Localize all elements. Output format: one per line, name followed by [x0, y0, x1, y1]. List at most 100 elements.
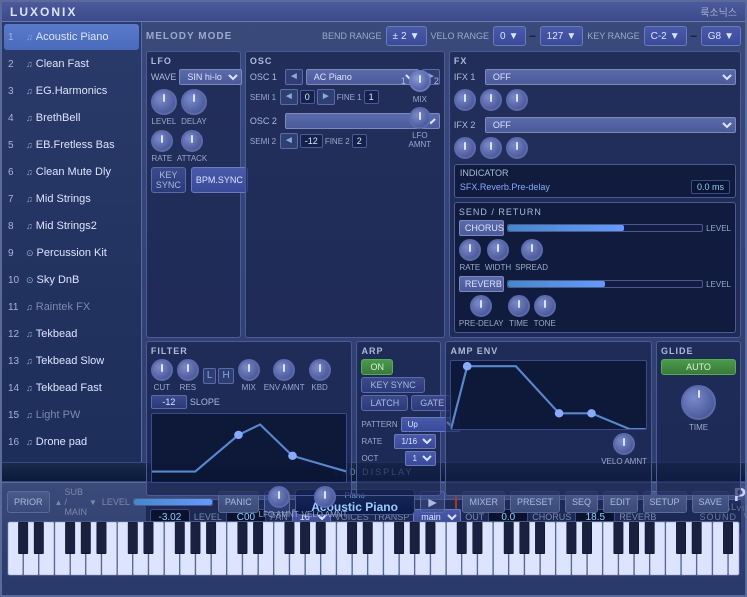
preset-item-15[interactable]: 15 ♫ Light PW — [4, 402, 139, 428]
semi1-val: 0 — [300, 90, 315, 104]
preset-num: 9 — [8, 248, 26, 259]
osc1-left-btn[interactable]: ◄ — [285, 69, 303, 85]
reverb-pre-delay-knob[interactable] — [470, 295, 492, 317]
header: LUXONIX 룩소닉스 — [2, 2, 745, 22]
preset-item-10[interactable]: 10 ⊙ Sky DnB — [4, 267, 139, 293]
preset-item-9[interactable]: 9 ⊙ Percussion Kit — [4, 240, 139, 266]
filter-lfo-amnt-knob[interactable] — [268, 486, 290, 508]
filter-velo-amnt-knob[interactable] — [314, 486, 336, 508]
lfo-amnt-label: LFOAMNT — [409, 132, 432, 150]
arp-keysync-btn[interactable]: KEY SYNC — [361, 377, 424, 393]
reverb-time-knob[interactable] — [508, 295, 530, 317]
attack-knob-item: ATTACK — [177, 130, 207, 163]
arp-latch-btn[interactable]: LATCH — [361, 395, 408, 411]
preset-item-3[interactable]: 3 ♫ EG.Harmonics — [4, 78, 139, 104]
level-fill — [134, 499, 212, 505]
osc-title: OSC — [250, 56, 440, 66]
mix-knob[interactable] — [409, 70, 431, 92]
lfo-rate-knob[interactable] — [151, 130, 173, 152]
lfo-delay-knob[interactable] — [181, 89, 207, 115]
preset-num: 5 — [8, 140, 26, 151]
reverb-level-label: LEVEL — [706, 280, 731, 289]
ifx2-knob3[interactable] — [506, 137, 528, 159]
reverb-row: REVERB LEVEL — [459, 276, 731, 292]
preset-icon: ♫ — [26, 356, 33, 366]
sub-main-controls: ▲ SUB / MAIN ▼ — [55, 487, 97, 517]
preset-item-8[interactable]: 8 ♫ Mid Strings2 — [4, 213, 139, 239]
level-bar — [133, 498, 213, 506]
amp-env-panel: AMP ENV VELO AMNT — [445, 341, 652, 496]
preset-num: 7 — [8, 194, 26, 205]
velo-min-btn[interactable]: 0 ▼ — [493, 26, 525, 46]
bend-range-btn[interactable]: ± 2 ▼ — [386, 26, 427, 46]
chorus-rate-knob[interactable] — [459, 239, 481, 261]
preset-name: EB.Fretless Bas — [36, 139, 115, 151]
lfo-attack-knob[interactable] — [181, 130, 203, 152]
kbd-knob[interactable] — [309, 359, 331, 381]
wave-dropdown[interactable]: SIN hi-lo SIN SAW SQR — [179, 69, 242, 85]
lfo-level-knob[interactable] — [151, 89, 177, 115]
keyboard-area: PRIOR ▲ SUB / MAIN ▼ LEVEL PANIC ◄ Piano… — [2, 482, 745, 582]
lfo-bpm-sync-btn[interactable]: BPM.SYNC — [191, 167, 248, 193]
reverb-btn[interactable]: REVERB — [459, 276, 504, 292]
lfo-rate-label: RATE — [152, 154, 173, 163]
semi1-right-btn[interactable]: ► — [317, 89, 335, 105]
env-amnt-knob-item: ENV AMNT — [264, 359, 305, 392]
preset-item-12[interactable]: 12 ♫ Tekbead — [4, 321, 139, 347]
preset-item-4[interactable]: 4 ♫ BrethBell — [4, 105, 139, 131]
ifx1-knob2[interactable] — [480, 89, 502, 111]
preset-name: Clean Fast — [36, 58, 89, 70]
preset-item-5[interactable]: 5 ♫ EB.Fretless Bas — [4, 132, 139, 158]
amp-velo-amnt-knob[interactable] — [613, 433, 635, 455]
preset-item-14[interactable]: 14 ♫ Tekbead Fast — [4, 375, 139, 401]
preset-icon: ♫ — [26, 140, 33, 150]
filter-l-btn[interactable]: L — [203, 368, 217, 384]
preset-item-13[interactable]: 13 ♫ Tekbead Slow — [4, 348, 139, 374]
prior-btn[interactable]: PRIOR — [7, 491, 50, 513]
lfo-panel: LFO WAVE SIN hi-lo SIN SAW SQR — [146, 51, 241, 338]
rate-select[interactable]: 1/16 1/8 1/4 — [394, 434, 436, 449]
ifx1-knob3[interactable] — [506, 89, 528, 111]
fine2-label: FINE 2 — [325, 137, 350, 146]
spread-knob-item: SPREAD — [515, 239, 548, 272]
res-knob[interactable] — [177, 359, 199, 381]
preset-item-2[interactable]: 2 ♫ Clean Fast — [4, 51, 139, 77]
semi1-left-btn[interactable]: ◄ — [280, 89, 298, 105]
preset-item-7[interactable]: 7 ♫ Mid Strings — [4, 186, 139, 212]
key-max-btn[interactable]: G8 ▼ — [701, 26, 741, 46]
env-amnt-knob[interactable] — [273, 359, 295, 381]
ifx2-label: IFX 2 — [454, 120, 482, 130]
velo-max-btn[interactable]: 127 ▼ — [540, 26, 584, 46]
indicator-time-btn[interactable]: 0.0 ms — [691, 180, 730, 194]
ifx1-select[interactable]: OFF — [485, 69, 736, 85]
ifx2-knob1[interactable] — [454, 137, 476, 159]
oct-select[interactable]: 1 2 3 4 — [405, 451, 436, 466]
reverb-tone-knob[interactable] — [534, 295, 556, 317]
arp-gate-row: LATCH GATE — [361, 395, 436, 413]
preset-icon: ♫ — [26, 194, 33, 204]
arp-on-btn[interactable]: ON — [361, 359, 393, 375]
chorus-spread-knob[interactable] — [521, 239, 543, 261]
chorus-width-knob[interactable] — [487, 239, 509, 261]
glide-time-knob[interactable] — [681, 385, 716, 420]
glide-auto-btn[interactable]: AUTO — [661, 359, 736, 375]
preset-item-1[interactable]: 1 ♫ Acoustic Piano — [4, 24, 139, 50]
preset-item-6[interactable]: 6 ♫ Clean Mute Dly — [4, 159, 139, 185]
ifx2-select[interactable]: OFF — [485, 117, 736, 133]
header-logo-right: 룩소닉스 — [700, 4, 737, 19]
filter-h-btn[interactable]: H — [218, 368, 233, 384]
right-panel: MELODY MODE BEND RANGE ± 2 ▼ VELO RANGE … — [142, 22, 745, 462]
ifx2-knob2[interactable] — [480, 137, 502, 159]
ifx1-knob1[interactable] — [454, 89, 476, 111]
key-min-btn[interactable]: C-2 ▼ — [644, 26, 687, 46]
lfo-amnt-knob[interactable] — [409, 107, 431, 129]
glide-title: GLIDE — [661, 346, 736, 356]
chorus-btn[interactable]: CHORUS — [459, 220, 504, 236]
preset-item-16[interactable]: 16 ♫ Drone pad — [4, 429, 139, 455]
lfo-key-sync-btn[interactable]: KEY SYNC — [151, 167, 186, 193]
cut-knob[interactable] — [151, 359, 173, 381]
mix-2-label: 2 — [434, 76, 439, 86]
preset-item-11[interactable]: 11 ♫ Raintek FX — [4, 294, 139, 320]
filter-mix-knob[interactable] — [238, 359, 260, 381]
semi2-left-btn[interactable]: ◄ — [280, 133, 298, 149]
